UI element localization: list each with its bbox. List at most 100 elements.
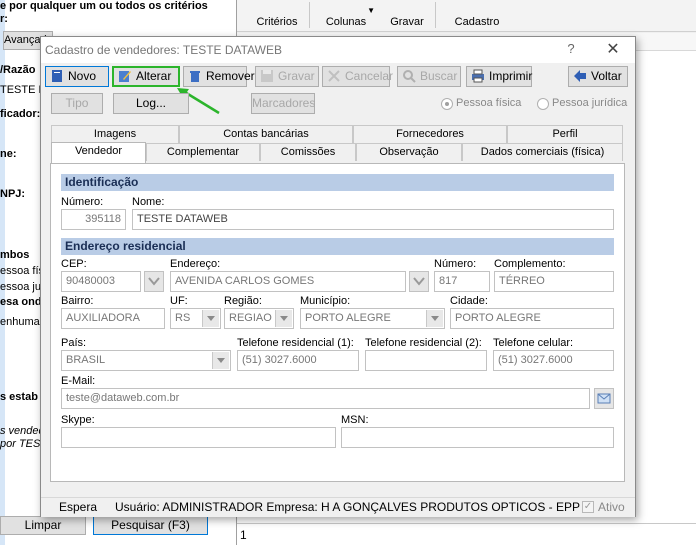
skype-label: Skype: xyxy=(61,414,95,426)
municipio-label: Município: xyxy=(300,295,351,307)
limpar-button[interactable]: Limpar xyxy=(0,516,86,535)
pais-value: BRASIL xyxy=(66,354,106,366)
cancelar-button[interactable]: Cancelar xyxy=(322,66,394,87)
chevron-down-icon: ▼ xyxy=(367,6,375,15)
bairro-field[interactable]: AUXILIADORA xyxy=(61,308,165,329)
cancelar-label: Cancelar xyxy=(345,69,394,83)
voltar-label: Voltar xyxy=(591,69,622,83)
empresa-value: enhuma) xyxy=(0,316,44,328)
endereco-header: Endereço residencial xyxy=(61,238,614,255)
tab-complementar[interactable]: Complementar xyxy=(146,143,260,161)
buscar-button[interactable]: Buscar xyxy=(397,66,461,87)
identificador-label: ficador: xyxy=(0,108,41,120)
regiao-select[interactable]: REGIAO xyxy=(224,308,294,329)
ambos-label: mbos xyxy=(0,249,30,261)
tab-imagens[interactable]: Imagens xyxy=(51,125,179,143)
cep-label: CEP: xyxy=(61,258,87,270)
nome-label: ne: xyxy=(0,148,17,160)
cep-lookup-icon[interactable] xyxy=(144,271,164,292)
uf-value: RS xyxy=(175,312,191,324)
ativo-checkbox[interactable]: ✓ xyxy=(582,501,594,513)
numero-field[interactable]: 395118 xyxy=(61,209,126,230)
pessoa-juridica-radio[interactable] xyxy=(537,98,549,110)
criteria-text-2: r: xyxy=(0,13,8,25)
celular-label: Telefone celular: xyxy=(493,337,574,349)
close-button[interactable]: ✕ xyxy=(603,39,623,59)
cadastro-label: Cadastro xyxy=(454,16,500,28)
colunas-button[interactable]: Colunas ▼ xyxy=(315,0,377,32)
ativo-label: Ativo xyxy=(598,500,625,514)
espera-status: Espera xyxy=(59,500,98,514)
cadastro-button[interactable]: Cadastro xyxy=(445,0,509,32)
novo-label: Novo xyxy=(68,69,97,83)
pessoa-fisica-label: Pessoa física xyxy=(456,97,522,109)
uf-label: UF: xyxy=(170,295,188,307)
tel2-label: Telefone residencial (2): xyxy=(365,337,482,349)
por-teste-text: por TES xyxy=(0,438,41,450)
email-field[interactable]: teste@dataweb.com.br xyxy=(61,388,590,409)
search-icon xyxy=(402,69,416,83)
help-button[interactable]: ? xyxy=(563,41,579,56)
buscar-label: Buscar xyxy=(420,69,458,83)
send-email-icon[interactable] xyxy=(594,388,614,409)
chevron-down-icon xyxy=(202,310,219,327)
tab-dados-comerciais[interactable]: Dados comerciais (física) xyxy=(462,143,623,161)
tab-perfil[interactable]: Perfil xyxy=(507,125,623,143)
novo-button[interactable]: Novo xyxy=(45,66,109,87)
tab-fornecedores[interactable]: Fornecedores xyxy=(353,125,507,143)
gravar-label: Gravar xyxy=(278,69,315,83)
trash-icon xyxy=(188,69,202,83)
imprimir-button[interactable]: Imprimir xyxy=(466,66,532,87)
toolbar-separator xyxy=(435,2,436,28)
municipio-value: PORTO ALEGRE xyxy=(305,312,391,324)
cep-field[interactable]: 90480003 xyxy=(61,271,141,292)
alterar-button[interactable]: Alterar xyxy=(112,66,180,87)
colunas-label: Colunas xyxy=(325,16,367,28)
save-icon xyxy=(260,69,274,83)
log-button[interactable]: Log... xyxy=(113,93,189,114)
printer-icon xyxy=(471,69,485,83)
tel2-field[interactable] xyxy=(365,350,487,371)
criteria-text: e por qualquer um ou todos os critérios xyxy=(0,0,208,12)
gravar-button[interactable]: Gravar xyxy=(255,66,319,87)
end-numero-field[interactable]: 817 xyxy=(434,271,490,292)
regiao-label: Região: xyxy=(224,295,262,307)
vendedor-panel: Identificação Número: Nome: 395118 TESTE… xyxy=(50,163,625,482)
cidade-field[interactable]: PORTO ALEGRE xyxy=(450,308,614,329)
identificacao-header: Identificação xyxy=(61,174,614,191)
pais-select[interactable]: BRASIL xyxy=(61,350,231,371)
alterar-label: Alterar xyxy=(136,69,172,83)
tab-comissoes[interactable]: Comissões xyxy=(260,143,356,161)
skype-field[interactable] xyxy=(61,427,336,448)
tel1-field[interactable]: (51) 3027.6000 xyxy=(237,350,359,371)
pessoa-juridica-label: Pessoa jurídica xyxy=(552,97,628,109)
msn-field[interactable] xyxy=(341,427,614,448)
criterios-label: Critérios xyxy=(256,16,298,28)
gravar-toolbar-button[interactable]: Gravar xyxy=(385,0,429,32)
gravar-toolbar-label: Gravar xyxy=(390,16,424,28)
pesquisar-button[interactable]: Pesquisar (F3) xyxy=(93,516,208,535)
nome-field[interactable]: TESTE DATAWEB xyxy=(132,209,614,230)
criterios-button[interactable]: Critérios xyxy=(249,0,305,32)
municipio-select[interactable]: PORTO ALEGRE xyxy=(300,308,445,329)
tab-vendedor[interactable]: Vendedor xyxy=(51,142,146,163)
razao-label: /Razão xyxy=(0,64,36,76)
estab-label: s estab xyxy=(0,391,38,403)
endereco-field[interactable]: AVENIDA CARLOS GOMES xyxy=(170,271,406,292)
voltar-button[interactable]: Voltar xyxy=(568,66,628,87)
vendor-dialog: Cadastro de vendedores: TESTE DATAWEB ? … xyxy=(40,36,636,517)
tipo-button[interactable]: Tipo xyxy=(51,93,103,114)
celular-field[interactable]: (51) 3027.6000 xyxy=(493,350,614,371)
tab-observacao[interactable]: Observação xyxy=(356,143,462,161)
complemento-field[interactable]: TÉRREO xyxy=(494,271,614,292)
remover-button[interactable]: Remover xyxy=(183,66,255,87)
chevron-down-icon xyxy=(275,310,292,327)
tab-contas-bancarias[interactable]: Contas bancárias xyxy=(179,125,353,143)
address-lookup-icon[interactable] xyxy=(409,271,429,292)
email-label: E-Mail: xyxy=(61,375,96,387)
pais-label: País: xyxy=(61,337,87,349)
pessoa-fisica-radio[interactable] xyxy=(441,98,453,110)
uf-select[interactable]: RS xyxy=(170,308,221,329)
background-toolbar: Critérios Colunas ▼ Gravar Cadastro xyxy=(237,0,696,32)
marcadores-button[interactable]: Marcadores xyxy=(251,93,315,114)
